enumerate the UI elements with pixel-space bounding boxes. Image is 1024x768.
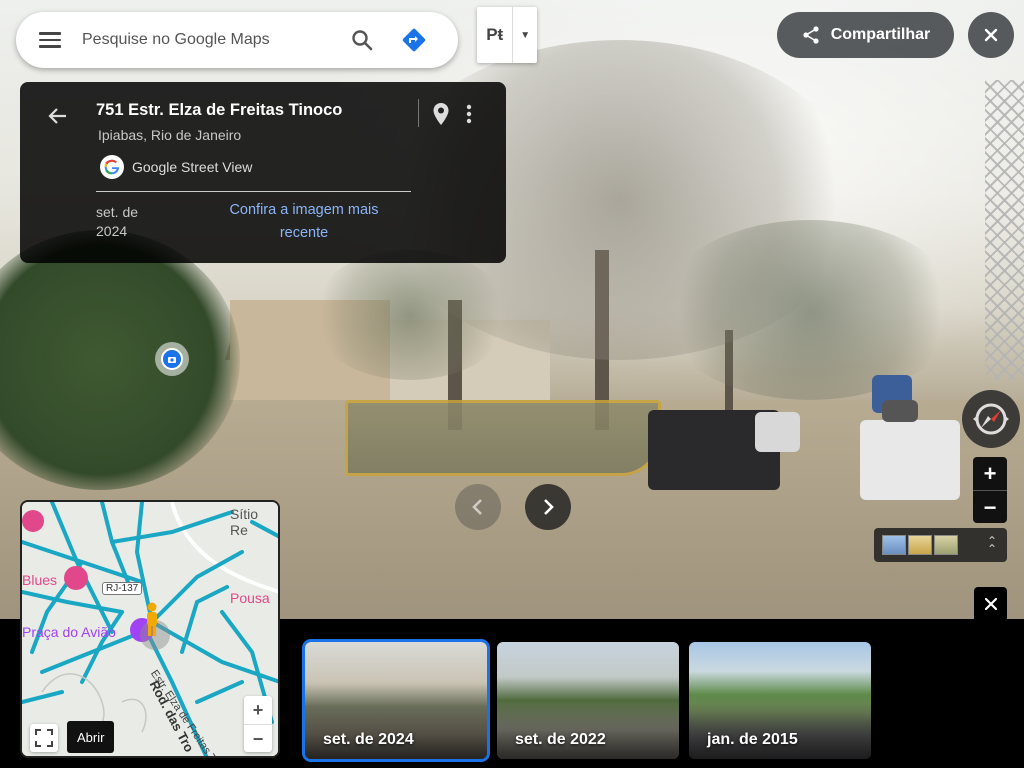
share-button[interactable]: Compartilhar xyxy=(777,12,954,58)
timeline-thumbnail[interactable]: jan. de 2015 xyxy=(689,642,871,759)
directions-button[interactable] xyxy=(394,20,434,60)
minimap[interactable]: Sítio Re Blues RJ-137 Pousa Praça do Avi… xyxy=(20,500,280,758)
google-logo-icon xyxy=(100,155,124,179)
fullscreen-icon xyxy=(35,729,53,747)
street-view-location-marker[interactable] xyxy=(155,342,189,376)
hotel-icon xyxy=(22,510,44,532)
compass[interactable] xyxy=(962,390,1020,448)
close-icon xyxy=(984,28,998,42)
share-icon xyxy=(803,26,819,44)
location-subtitle: Ipiabas, Rio de Janeiro xyxy=(98,127,242,143)
layer-toggle[interactable]: Pŧ ▼ xyxy=(477,7,537,63)
capture-date-line: 2024 xyxy=(96,223,128,239)
capture-date: set. de 2024 xyxy=(96,203,156,241)
capture-date-line: set. de xyxy=(96,204,139,220)
chevron-left-icon xyxy=(472,499,482,515)
hotel-icon xyxy=(64,566,88,590)
time-thumbnail xyxy=(934,535,958,555)
minimap-zoom-controls: + − xyxy=(244,696,272,752)
show-on-map-button[interactable] xyxy=(428,100,454,128)
search-icon xyxy=(352,30,373,51)
search-input[interactable] xyxy=(80,30,334,50)
previous-image-button[interactable] xyxy=(455,484,501,530)
minimap-zoom-in-button[interactable]: + xyxy=(244,696,272,725)
arrow-back-icon xyxy=(48,108,66,124)
directions-icon xyxy=(402,28,426,52)
location-info-card: 751 Estr. Elza de Freitas Tinoco Ipiabas… xyxy=(20,82,506,263)
map-label: Sítio Re xyxy=(230,506,259,538)
map-label: Blues xyxy=(22,572,58,588)
thumbnail-date-label: set. de 2022 xyxy=(515,731,606,748)
search-button[interactable] xyxy=(342,20,382,60)
search-bar xyxy=(16,12,458,68)
car xyxy=(860,420,960,500)
square-fence xyxy=(345,400,661,476)
close-street-view-button[interactable] xyxy=(968,12,1014,58)
chevron-right-icon xyxy=(544,499,554,515)
expand-map-tooltip: Abrir xyxy=(67,721,115,753)
car xyxy=(755,412,800,452)
map-label: Pousa xyxy=(230,590,270,606)
time-thumbnail xyxy=(882,535,906,555)
radio-tower xyxy=(985,80,1024,380)
camera-icon xyxy=(161,348,183,370)
share-label: Compartilhar xyxy=(830,26,931,43)
menu-icon[interactable] xyxy=(26,16,74,64)
divider xyxy=(96,191,411,192)
back-button[interactable] xyxy=(42,100,74,132)
time-travel-button[interactable]: ⌃ ⌃ xyxy=(874,528,1007,562)
location-title: 751 Estr. Elza de Freitas Tinoco xyxy=(96,101,343,119)
car xyxy=(882,400,918,422)
thumbnail-date-label: jan. de 2015 xyxy=(707,731,798,748)
thumbnail-date-label: set. de 2024 xyxy=(323,731,414,748)
timeline-thumbnail[interactable]: set. de 2024 xyxy=(305,642,487,759)
see-latest-imagery-link[interactable]: Confira a imagem mais recente xyxy=(216,199,392,245)
expand-icon: ⌃ ⌃ xyxy=(986,534,997,556)
expand-map-button[interactable] xyxy=(30,724,58,752)
map-pin-icon xyxy=(433,103,449,125)
pegman-icon[interactable] xyxy=(141,602,163,638)
compass-icon xyxy=(973,403,1009,435)
zoom-out-button[interactable]: − xyxy=(973,491,1007,524)
close-filmstrip-button[interactable] xyxy=(974,587,1007,620)
timeline-thumbnail[interactable]: set. de 2022 xyxy=(497,642,679,759)
next-image-button[interactable] xyxy=(525,484,571,530)
divider xyxy=(418,99,419,127)
minimap-zoom-out-button[interactable]: − xyxy=(244,725,272,753)
tree xyxy=(660,220,960,400)
zoom-in-button[interactable]: + xyxy=(973,457,1007,491)
road-shield: RJ-137 xyxy=(102,582,143,595)
more-options-button[interactable] xyxy=(458,100,480,128)
link-text-line: Confira a imagem mais xyxy=(229,202,379,218)
source-attribution: Google Street View xyxy=(100,155,252,179)
link-text-line: recente xyxy=(279,225,329,241)
close-icon xyxy=(984,597,997,610)
tree xyxy=(310,250,510,380)
chevron-down-icon[interactable]: ▼ xyxy=(512,7,537,63)
time-thumbnail xyxy=(908,535,932,555)
more-vert-icon xyxy=(466,104,472,124)
layer-toggle-label: Pŧ xyxy=(486,25,504,44)
zoom-controls: + − xyxy=(973,457,1007,523)
source-label: Google Street View xyxy=(132,159,253,175)
map-label: Praça do Avião xyxy=(22,624,116,640)
